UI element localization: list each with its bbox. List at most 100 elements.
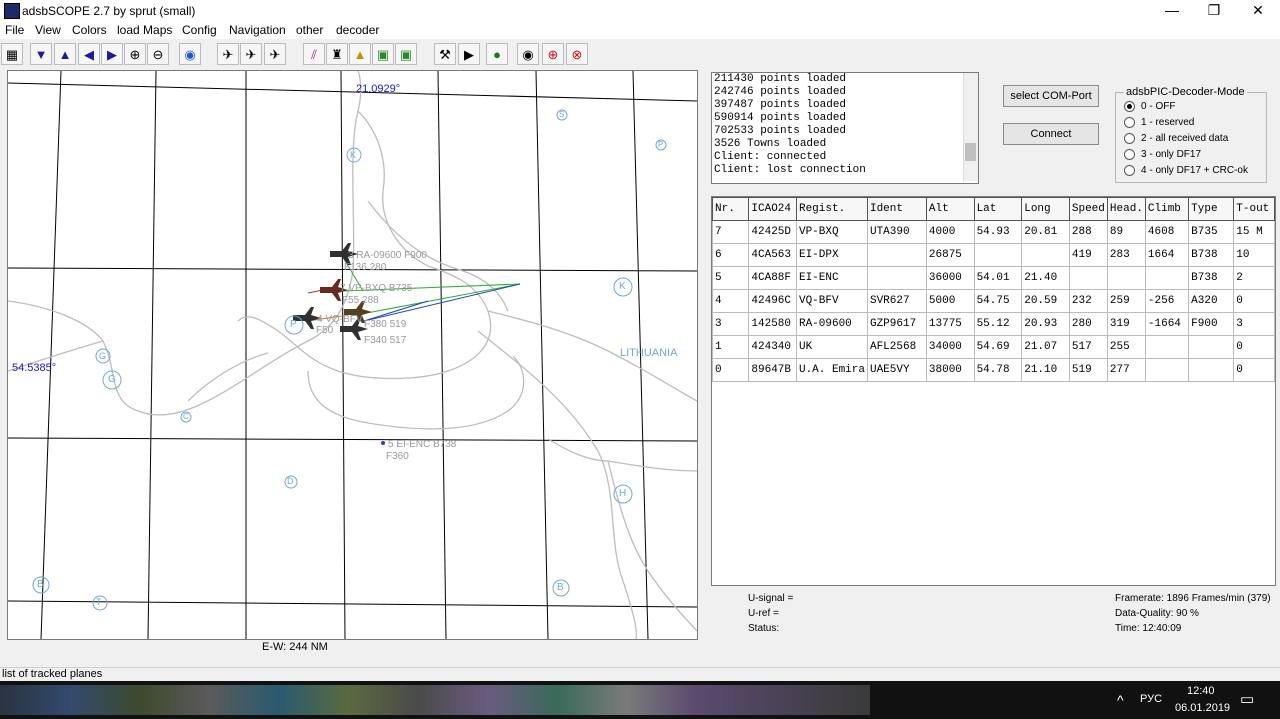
taskbar-apps[interactable]	[0, 685, 870, 715]
scrollbar-thumb[interactable]	[965, 143, 976, 161]
col-header[interactable]: Long	[1021, 197, 1070, 221]
table-cell: 3	[712, 312, 750, 336]
menu-other[interactable]: other	[296, 23, 323, 37]
table-row[interactable]: 6 4CA563 EI-DPX 26875 419 283 1664 B738 10	[712, 243, 1275, 267]
notification-icon[interactable]: ▭	[1240, 690, 1254, 708]
nav-left-icon[interactable]: ◀	[78, 43, 100, 65]
table-cell: B735	[1188, 220, 1235, 244]
decoder-mode-option[interactable]: 3 - only DF17	[1124, 149, 1201, 160]
decoder-mode-option[interactable]: 2 - all received data	[1124, 133, 1228, 144]
u-ref-label: U-ref =	[748, 608, 779, 619]
log-scrollbar[interactable]	[963, 73, 978, 181]
menu-load-maps[interactable]: load Maps	[117, 23, 172, 37]
plane-icon[interactable]: ✈	[217, 43, 239, 65]
col-header[interactable]: Type	[1188, 197, 1235, 221]
tools-icon[interactable]: ⚒	[434, 43, 456, 65]
target-icon[interactable]: ◉	[517, 43, 539, 65]
log-line: 397487 points loaded	[714, 99, 847, 111]
menu-config[interactable]: Config	[182, 23, 217, 37]
radar-map[interactable]: 21.0929° 54.5385° LITHUANIA K S P K P G …	[7, 70, 698, 640]
nav-right-icon[interactable]: ▶	[101, 43, 123, 65]
connect-button[interactable]: Connect	[1003, 123, 1099, 145]
table-cell: 1664	[1144, 243, 1190, 267]
radio-icon	[1124, 165, 1135, 176]
table-cell: 54.01	[973, 266, 1023, 290]
warning-icon[interactable]: ▲	[349, 43, 371, 65]
crosshair-icon[interactable]: ⊕	[542, 43, 564, 65]
decoder-mode-option[interactable]: 4 - only DF17 + CRC-ok	[1124, 165, 1248, 176]
table-cell: 54.75	[973, 289, 1023, 313]
zoom-out-icon[interactable]: ⊖	[147, 43, 169, 65]
decoder-mode-option[interactable]: 0 - OFF	[1124, 101, 1175, 112]
crosshair-icon[interactable]: ⊗	[566, 43, 588, 65]
table-cell: 21.07	[1021, 335, 1070, 359]
col-header[interactable]: Speed	[1068, 197, 1108, 221]
menu-view[interactable]: View	[35, 23, 61, 37]
menu-decoder[interactable]: decoder	[336, 23, 379, 37]
select-com-port-button[interactable]: select COM-Port	[1003, 85, 1099, 107]
table-cell: 4	[712, 289, 750, 313]
tower-icon[interactable]: ♜	[326, 43, 348, 65]
log-list[interactable]: 211430 points loaded 242746 points loade…	[711, 72, 979, 184]
table-row[interactable]: 7 42425D VP-BXQ UTA390 4000 54.93 20.81 288 89 46…	[712, 220, 1275, 244]
waypoint-markers	[32, 109, 667, 611]
table-row[interactable]: 3 142580 RA-09600 GZP9617 13775 55.12 20.93 280…	[712, 312, 1275, 336]
col-header[interactable]: Alt	[925, 197, 975, 221]
menu-file[interactable]: File	[5, 23, 24, 37]
table-cell: GZP9617	[866, 312, 927, 336]
nav-up-icon[interactable]: ▲	[54, 43, 76, 65]
menu-colors[interactable]: Colors	[72, 23, 107, 37]
table-cell: 13775	[925, 312, 975, 336]
zoom-in-icon[interactable]: ⊕	[124, 43, 146, 65]
col-header[interactable]: Head.	[1106, 197, 1146, 221]
taskbar-date[interactable]: 06.01.2019	[1175, 702, 1230, 714]
table-cell: 0	[712, 358, 750, 382]
minimize-button[interactable]: —	[1150, 0, 1194, 22]
decoder-mode-group: adsbPIC-Decoder-Mode 0 - OFF 1 - reserve…	[1115, 86, 1267, 183]
table-cell: B738	[1188, 266, 1235, 290]
table-cell	[866, 266, 927, 290]
col-header[interactable]: T-out	[1233, 197, 1275, 221]
waypoint-label: T	[96, 597, 102, 607]
waypoint-label: S	[559, 110, 565, 119]
target-icon[interactable]: ●	[486, 43, 508, 65]
chart-icon[interactable]: ⫽	[303, 43, 325, 65]
col-header[interactable]: ICAO24	[748, 197, 797, 221]
play-icon[interactable]: ▶	[458, 43, 480, 65]
language-indicator[interactable]: РУС	[1140, 693, 1162, 705]
decoder-mode-label: 4 - only DF17 + CRC-ok	[1141, 165, 1248, 177]
monitor-icon[interactable]: ▣	[372, 43, 394, 65]
table-cell: 2	[1233, 266, 1275, 290]
table-cell: UTA390	[866, 220, 927, 244]
globe-icon[interactable]: ◉	[179, 43, 201, 65]
close-button[interactable]: ✕	[1236, 0, 1280, 22]
aircraft-table-panel[interactable]: Nr. ICAO24 Regist. Ident Alt Lat Long Sp…	[711, 196, 1276, 586]
monitor-icon[interactable]: ▣	[395, 43, 417, 65]
decoder-mode-title: adsbPIC-Decoder-Mode	[1124, 86, 1247, 98]
table-cell: 519	[1068, 358, 1108, 382]
col-header[interactable]: Lat	[973, 197, 1023, 221]
table-row[interactable]: 4 42496C VQ-BFV SVR627 5000 54.75 20.59 232 259-…	[712, 289, 1275, 313]
aircraft-marker[interactable]	[381, 441, 385, 445]
plane-icon[interactable]: ✈	[264, 43, 286, 65]
nav-down-icon[interactable]: ▼	[30, 43, 52, 65]
col-header[interactable]: Regist.	[795, 197, 868, 221]
decoder-mode-option[interactable]: 1 - reserved	[1124, 117, 1194, 128]
table-row[interactable]: 0 89647B U.A. Emira UAE5VY 38000 54.78 21.10 51…	[712, 358, 1275, 382]
log-line: Client: connected	[714, 151, 827, 163]
col-header[interactable]: Ident	[866, 197, 927, 221]
table-cell: 38000	[925, 358, 975, 382]
table-row[interactable]: 5 4CA88F EI-ENC 36000 54.01 21.40 B738 2	[712, 266, 1275, 290]
table-cell: VP-BXQ	[795, 220, 868, 244]
tray-chevron-icon[interactable]: ^	[1117, 692, 1124, 708]
plane-icon[interactable]: ✈	[240, 43, 262, 65]
taskbar-clock[interactable]: 12:40	[1187, 685, 1215, 697]
table-cell	[1068, 266, 1108, 290]
table-row[interactable]: 1 424340 UK AFL2568 34000 54.69 21.07 517 255 0	[712, 335, 1275, 359]
table-cell: 4CA88F	[748, 266, 797, 290]
table-icon[interactable]: ▦	[1, 43, 23, 65]
menu-navigation[interactable]: Navigation	[229, 23, 286, 37]
col-header[interactable]: Climb	[1144, 197, 1190, 221]
col-header[interactable]: Nr.	[712, 197, 750, 221]
maximize-button[interactable]: ❐	[1192, 0, 1236, 22]
